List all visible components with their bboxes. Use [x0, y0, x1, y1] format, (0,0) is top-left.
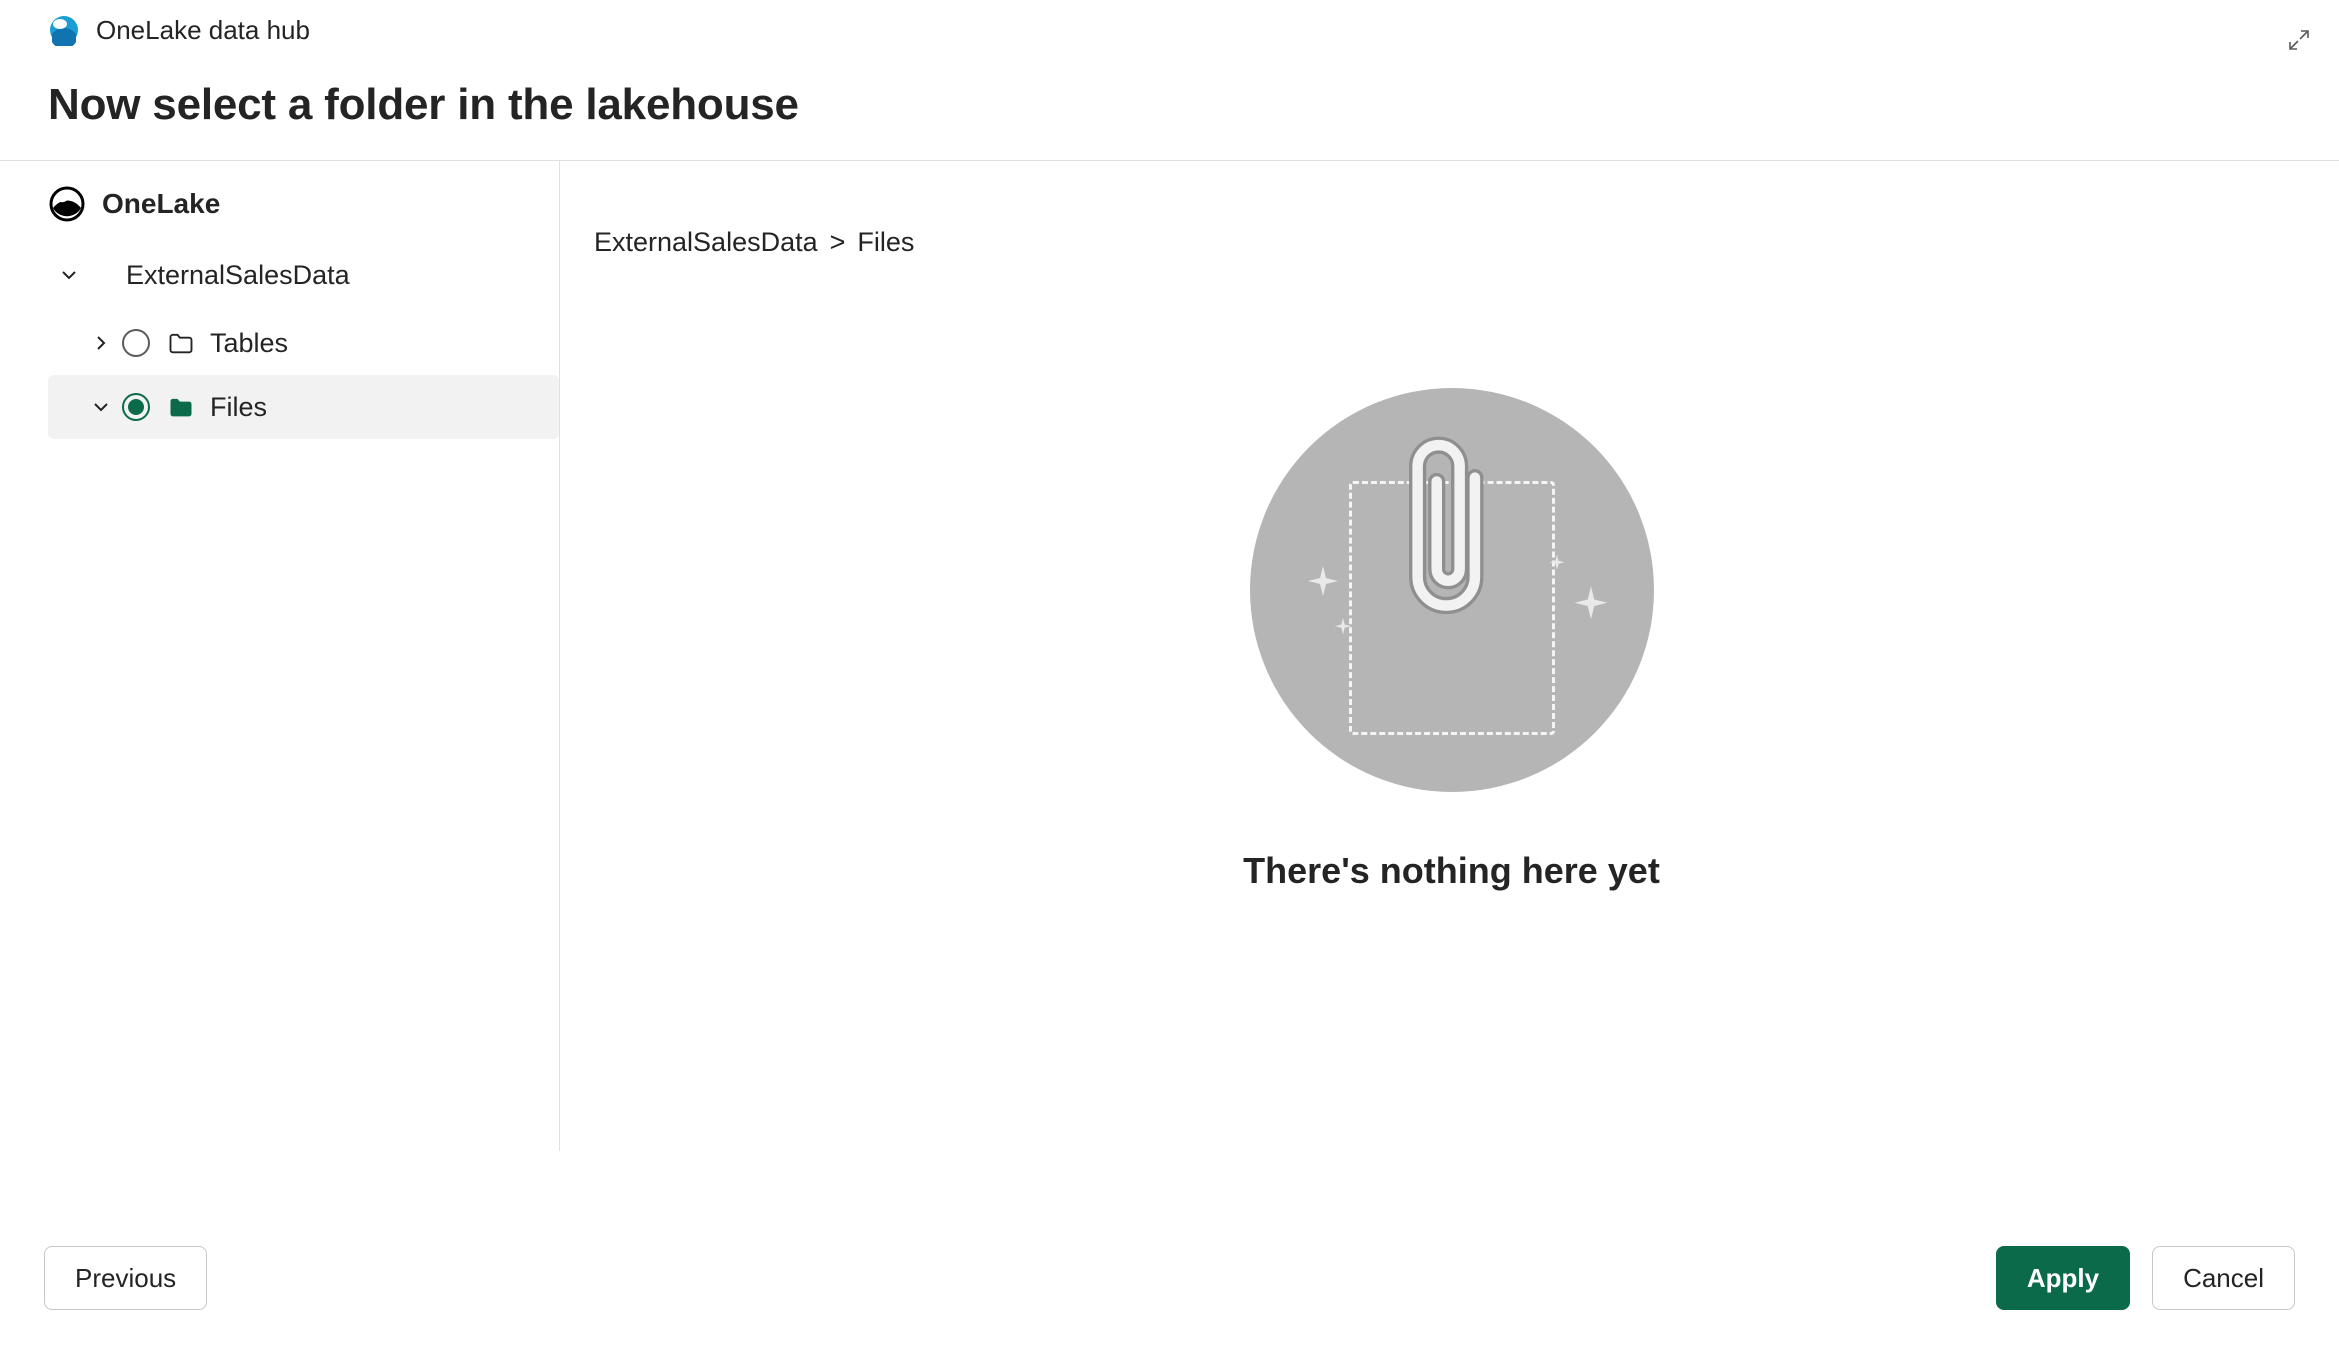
- dialog-footer: Previous Apply Cancel: [0, 1246, 2339, 1310]
- tree-node-tables-label: Tables: [210, 328, 288, 359]
- tree-root[interactable]: OneLake: [48, 185, 559, 223]
- chevron-down-icon: [54, 260, 84, 290]
- breadcrumb: ExternalSalesData > Files: [594, 227, 2309, 258]
- sparkle-icon: [1574, 586, 1607, 625]
- page-title: Now select a folder in the lakehouse: [48, 80, 2291, 130]
- sparkle-icon: [1334, 618, 1351, 637]
- empty-state-text: There's nothing here yet: [1243, 850, 1660, 892]
- onelake-root-icon: [48, 185, 86, 223]
- cancel-button[interactable]: Cancel: [2152, 1246, 2295, 1310]
- breadcrumb-part-lakehouse[interactable]: ExternalSalesData: [594, 227, 818, 258]
- paperclip-icon: [1403, 428, 1501, 643]
- content-pane: ExternalSalesData > Files: [560, 161, 2339, 1151]
- header-top-row: OneLake data hub: [48, 14, 2291, 46]
- tree-node-tables[interactable]: Tables: [48, 311, 559, 375]
- folder-tree-sidebar: OneLake ExternalSalesData: [0, 161, 560, 1151]
- sparkle-icon: [1549, 555, 1564, 573]
- chevron-right-icon: [86, 328, 116, 358]
- hub-title: OneLake data hub: [96, 15, 310, 46]
- radio-selected-icon[interactable]: [122, 393, 150, 421]
- dialog-body: OneLake ExternalSalesData: [0, 161, 2339, 1151]
- tree-node-lakehouse[interactable]: ExternalSalesData: [48, 243, 559, 307]
- folder-filled-icon: [166, 392, 196, 422]
- chevron-down-icon: [86, 392, 116, 422]
- sparkle-icon: [1308, 566, 1338, 601]
- breadcrumb-part-folder[interactable]: Files: [857, 227, 914, 258]
- onelake-logo-icon: [48, 14, 80, 46]
- empty-state-illustration: [1250, 388, 1654, 792]
- tree-root-label: OneLake: [102, 188, 220, 220]
- breadcrumb-separator: >: [830, 227, 846, 258]
- expand-dialog-icon[interactable]: [2283, 24, 2315, 56]
- tree-node-lakehouse-label: ExternalSalesData: [126, 260, 350, 291]
- tree-node-files[interactable]: Files: [48, 375, 559, 439]
- radio-unselected-icon[interactable]: [122, 329, 150, 357]
- folder-outline-icon: [166, 328, 196, 358]
- apply-button[interactable]: Apply: [1996, 1246, 2130, 1310]
- previous-button[interactable]: Previous: [44, 1246, 207, 1310]
- dialog-header: OneLake data hub Now select a folder in …: [0, 0, 2339, 130]
- empty-state: There's nothing here yet: [594, 388, 2309, 892]
- tree-node-files-label: Files: [210, 392, 267, 423]
